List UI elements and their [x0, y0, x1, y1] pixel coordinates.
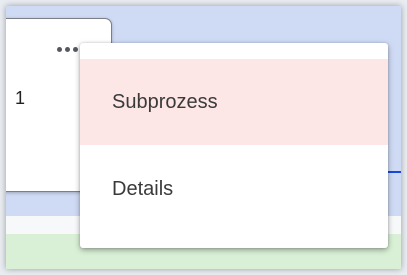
dot	[57, 46, 62, 52]
card-number: 1	[15, 88, 26, 108]
menu-item-subprozess[interactable]: Subprozess	[80, 59, 388, 145]
context-menu: Subprozess Details	[80, 43, 388, 248]
menu-item-details[interactable]: Details	[80, 145, 388, 233]
dot	[73, 46, 78, 52]
dot	[65, 46, 70, 52]
more-horizontal-icon[interactable]	[57, 46, 81, 52]
